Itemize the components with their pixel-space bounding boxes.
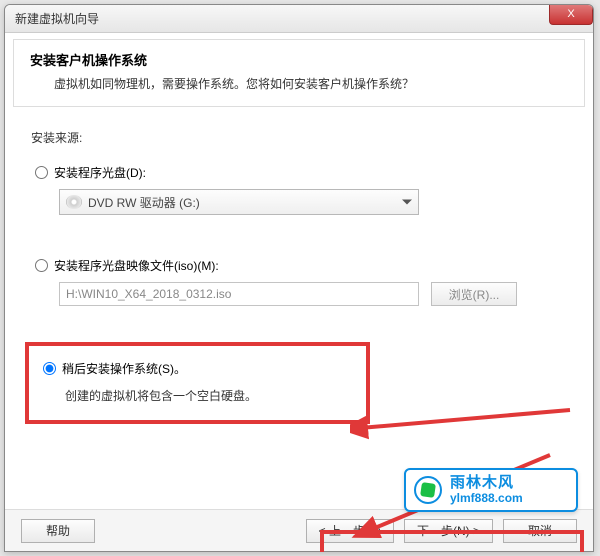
watermark-title: 雨林木风 [450,475,523,492]
annotation-highlight-box-bottom [320,530,584,552]
chevron-down-icon [402,200,412,205]
titlebar: 新建虚拟机向导 X [5,5,593,33]
radio-disc-label: 安装程序光盘(D): [54,164,146,181]
header-title: 安装客户机操作系统 [30,50,568,69]
radio-later-input[interactable] [43,362,56,375]
wizard-header: 安装客户机操作系统 虚拟机如同物理机，需要操作系统。您将如何安装客户机操作系统？ [13,39,585,107]
disc-icon [66,195,82,209]
radio-disc-input[interactable] [35,166,48,179]
close-icon: X [567,8,574,20]
drive-dropdown[interactable]: DVD RW 驱动器 (G:) [59,189,419,215]
later-hint-text: 创建的虚拟机将包含一个空白硬盘。 [43,387,352,404]
help-button[interactable]: 帮助 [21,519,95,543]
watermark-url: ylmf888.com [450,492,523,505]
window-title: 新建虚拟机向导 [15,10,99,27]
header-subtitle: 虚拟机如同物理机，需要操作系统。您将如何安装客户机操作系统？ [30,75,568,92]
annotation-highlight-box: 稍后安装操作系统(S)。 创建的虚拟机将包含一个空白硬盘。 [25,342,370,424]
watermark-logo-icon [414,476,442,504]
radio-iso-label: 安装程序光盘映像文件(iso)(M): [54,257,219,274]
radio-later-label: 稍后安装操作系统(S)。 [62,360,186,377]
watermark: 雨林木风 ylmf888.com [404,468,578,512]
radio-iso-file[interactable]: 安装程序光盘映像文件(iso)(M): [31,257,567,274]
close-button[interactable]: X [549,5,593,25]
radio-iso-input[interactable] [35,259,48,272]
browse-button[interactable]: 浏览(R)... [431,282,517,306]
wizard-content: 安装来源: 安装程序光盘(D): DVD RW 驱动器 (G:) 安装程序光盘映… [5,107,593,424]
install-source-label: 安装来源: [31,129,567,146]
radio-install-later[interactable]: 稍后安装操作系统(S)。 [43,360,352,377]
drive-dropdown-text: DVD RW 驱动器 (G:) [88,194,200,211]
iso-path-input[interactable] [59,282,419,306]
radio-installer-disc[interactable]: 安装程序光盘(D): [31,164,567,181]
